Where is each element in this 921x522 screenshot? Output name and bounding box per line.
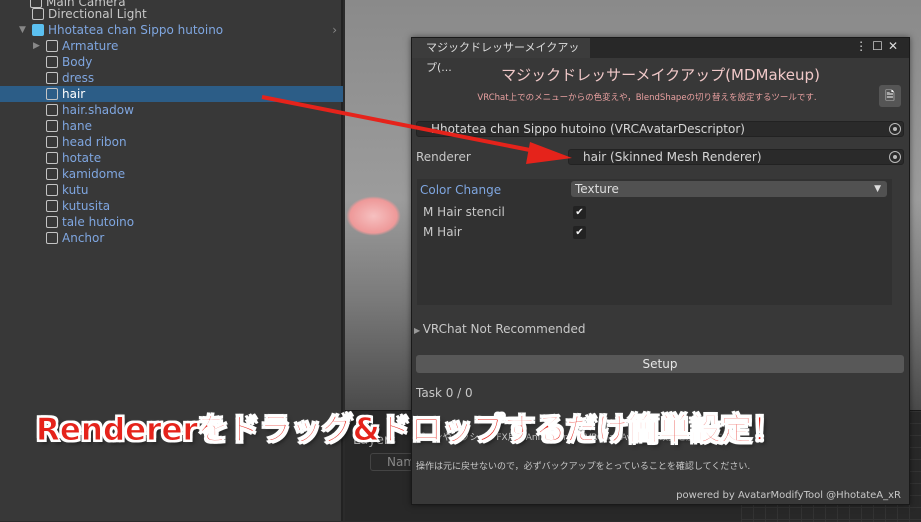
- avatar-field[interactable]: Hhotatea chan Sippo hutoino (VRCAvatarDe…: [416, 121, 904, 137]
- powered-by-text: powered by AvatarModifyTool @HhotateA_xR: [676, 490, 901, 501]
- hierarchy-item-kamidome[interactable]: kamidome: [0, 166, 343, 182]
- gameobject-icon: [46, 120, 58, 132]
- menu-icon[interactable]: ⋮: [855, 39, 872, 53]
- gameobject-icon: [32, 8, 44, 20]
- window-titlebar: マジックドレッサーメイクアップ(... ⋮☐✕: [412, 38, 909, 74]
- renderer-field[interactable]: hair (Skinned Mesh Renderer): [568, 149, 904, 165]
- hierarchy-item-hotate[interactable]: hotate: [0, 150, 343, 166]
- gameobject-icon: [46, 168, 58, 180]
- color-change-label: Color Change: [420, 183, 502, 197]
- not-recommended-foldout[interactable]: ▶ VRChat Not Recommended: [414, 322, 585, 336]
- gameobject-icon: [46, 152, 58, 164]
- gameobject-icon: [46, 72, 58, 84]
- expand-arrow-icon[interactable]: ▶: [33, 38, 40, 54]
- hierarchy-item-armature[interactable]: ▶ Armature: [0, 38, 343, 54]
- gameobject-icon: [46, 40, 58, 52]
- hierarchy-item-directional-light[interactable]: Directional Light: [0, 6, 343, 22]
- hierarchy-item-body[interactable]: Body: [0, 54, 343, 70]
- maximize-icon[interactable]: ☐: [872, 39, 888, 53]
- material-checkbox[interactable]: ✔: [573, 206, 586, 219]
- hierarchy-item-kutusita[interactable]: kutusita: [0, 198, 343, 214]
- window-tab[interactable]: マジックドレッサーメイクアップ(...: [412, 38, 590, 74]
- color-change-box: [417, 179, 892, 305]
- task-status: Task 0 / 0: [416, 386, 473, 400]
- hierarchy-item-kutu[interactable]: kutu: [0, 182, 343, 198]
- hierarchy-item-dress[interactable]: dress: [0, 70, 343, 86]
- hierarchy-item-tale-hutoino[interactable]: tale hutoino: [0, 214, 343, 230]
- expand-arrow-icon[interactable]: ▼: [19, 22, 26, 38]
- material-label: M Hair stencil: [423, 205, 505, 219]
- gameobject-icon: [46, 88, 58, 100]
- caption-overlay: Rendererをドラッグ&ドロップするだけ簡単設定！: [36, 412, 784, 449]
- hierarchy-item-anchor[interactable]: Anchor: [0, 230, 343, 246]
- document-button[interactable]: 🗎: [879, 85, 901, 107]
- tool-heading: マジックドレッサーメイクアップ(MDMakeup): [501, 66, 820, 84]
- renderer-label: Renderer: [416, 150, 471, 164]
- material-label: M Hair: [423, 225, 462, 239]
- gameobject-icon: [46, 184, 58, 196]
- chevron-right-icon[interactable]: ›: [332, 22, 337, 38]
- gameobject-icon: [46, 56, 58, 68]
- hierarchy-item-hair[interactable]: hair: [0, 86, 343, 102]
- avatar-hair-preview: [346, 196, 401, 236]
- object-picker-icon[interactable]: [889, 123, 901, 135]
- expand-arrow-icon: ▶: [414, 326, 423, 335]
- material-checkbox[interactable]: ✔: [573, 226, 586, 239]
- gameobject-icon: [46, 104, 58, 116]
- hierarchy-item-head-ribon[interactable]: head ribon: [0, 134, 343, 150]
- window-controls: ⋮☐✕: [855, 39, 903, 53]
- gameobject-icon: [46, 200, 58, 212]
- close-icon[interactable]: ✕: [888, 39, 903, 53]
- chevron-down-icon: ▼: [874, 184, 881, 194]
- backup-warning-text: 操作は元に戻せないので，必ずバックアップをとっていることを確認してください.: [416, 462, 751, 472]
- gameobject-icon: [46, 216, 58, 228]
- tool-description: VRChat上でのメニューからの色変えや，BlendShapeの切り替えを設定す…: [477, 93, 817, 103]
- color-change-dropdown[interactable]: Texture ▼: [571, 181, 887, 197]
- gameobject-icon: [46, 232, 58, 244]
- prefab-icon: [32, 24, 44, 36]
- document-icon: 🗎: [885, 89, 895, 103]
- hierarchy-item-hane[interactable]: hane: [0, 118, 343, 134]
- gameobject-icon: [46, 136, 58, 148]
- hierarchy-item-hair-shadow[interactable]: hair.shadow: [0, 102, 343, 118]
- object-picker-icon[interactable]: [889, 151, 901, 163]
- setup-button[interactable]: Setup: [416, 355, 904, 373]
- hierarchy-item-avatar[interactable]: ▼ Hhotatea chan Sippo hutoino ›: [0, 22, 343, 38]
